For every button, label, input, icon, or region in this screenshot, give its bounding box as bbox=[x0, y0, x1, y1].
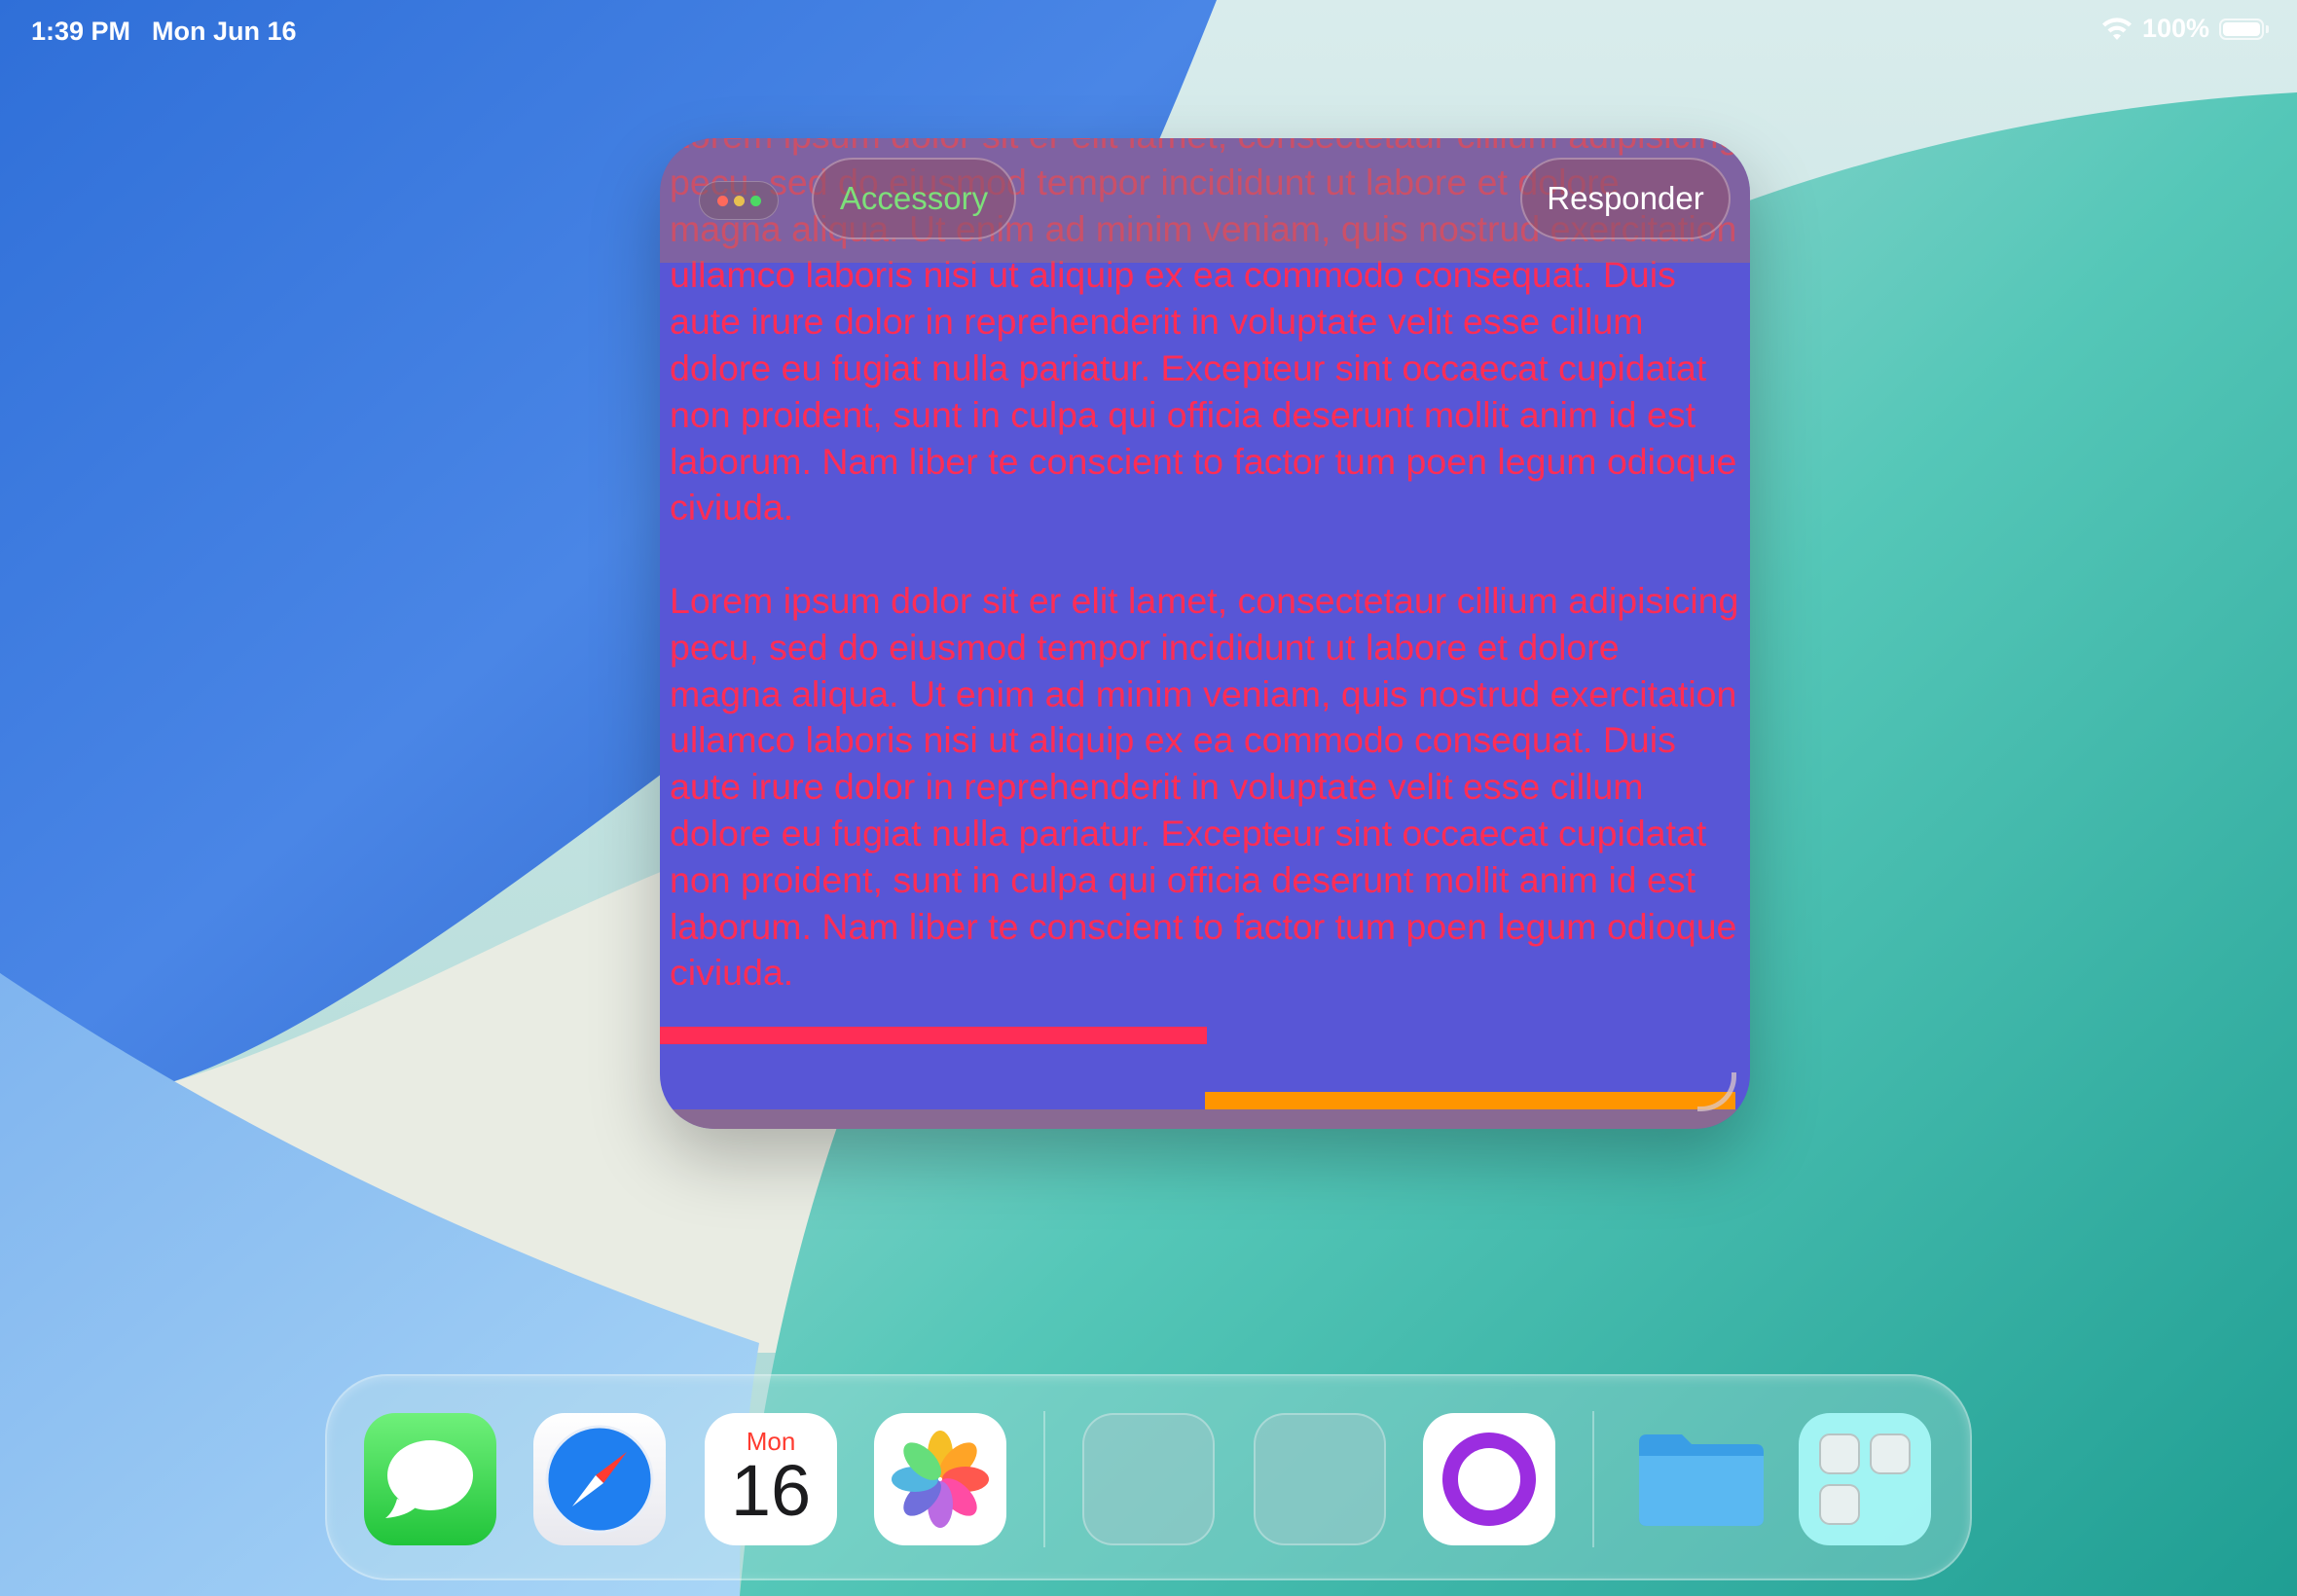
accessory-button[interactable]: Accessory bbox=[812, 158, 1016, 239]
window-controls-button[interactable] bbox=[699, 181, 779, 220]
battery-percentage: 100% bbox=[2141, 14, 2209, 43]
text-view[interactable]: Lorem ipsum dolor sit er elit lamet, con… bbox=[670, 138, 1740, 1043]
folder-icon[interactable] bbox=[1635, 1413, 1768, 1545]
maximize-dot-icon bbox=[749, 195, 761, 206]
dock-divider bbox=[1592, 1411, 1594, 1547]
status-indicators: 100% bbox=[2101, 14, 2270, 44]
safari-icon[interactable] bbox=[533, 1413, 666, 1545]
dock-divider bbox=[1043, 1411, 1045, 1547]
dock: Mon 16 bbox=[325, 1374, 1972, 1580]
calendar-icon[interactable]: Mon 16 bbox=[705, 1413, 837, 1545]
battery-icon bbox=[2219, 17, 2270, 42]
photos-icon[interactable] bbox=[874, 1413, 1006, 1545]
minimize-dot-icon bbox=[733, 195, 745, 206]
app-library-icon[interactable] bbox=[1799, 1413, 1931, 1545]
status-bar: 1:39 PM Mon Jun 16 100% bbox=[0, 0, 2297, 62]
app-window[interactable]: Lorem ipsum dolor sit er elit lamet, con… bbox=[660, 138, 1750, 1129]
window-bottom-strip bbox=[660, 1109, 1750, 1129]
messages-icon[interactable] bbox=[364, 1413, 496, 1545]
paragraph-2: Lorem ipsum dolor sit er elit lamet, con… bbox=[670, 579, 1739, 994]
status-time: 1:39 PM bbox=[31, 17, 131, 46]
responder-button[interactable]: Responder bbox=[1520, 158, 1731, 239]
placeholder-app-icon[interactable] bbox=[1082, 1413, 1215, 1545]
status-date: Mon Jun 16 bbox=[152, 17, 297, 46]
red-bar bbox=[660, 1027, 1207, 1044]
calendar-date: 16 bbox=[730, 1450, 812, 1531]
circle-app-icon[interactable] bbox=[1423, 1413, 1555, 1545]
placeholder-app-icon[interactable] bbox=[1254, 1413, 1386, 1545]
close-dot-icon bbox=[716, 195, 728, 206]
orange-bar bbox=[1205, 1092, 1735, 1109]
wifi-icon bbox=[2101, 17, 2132, 40]
